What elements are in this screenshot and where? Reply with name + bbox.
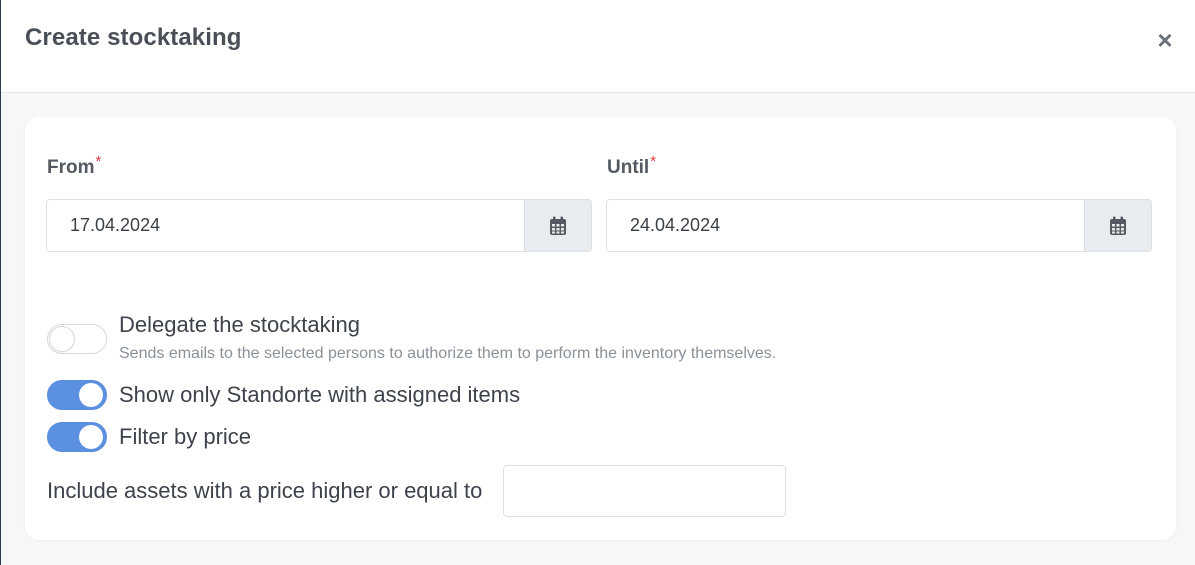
- from-date-group: [46, 199, 592, 252]
- dialog-title: Create stocktaking: [25, 24, 242, 51]
- create-stocktaking-dialog: Create stocktaking × From* 17.04.2024 Un…: [1, 0, 1195, 565]
- price-threshold-label: Include assets with a price higher or eq…: [47, 478, 483, 503]
- until-date-input[interactable]: [607, 200, 1084, 251]
- required-asterisk: *: [95, 153, 102, 170]
- form-card: From* 17.04.2024 Until* 24.04.2024 Deleg…: [25, 117, 1176, 540]
- delegate-toggle[interactable]: [47, 324, 107, 354]
- from-calendar-button[interactable]: [524, 200, 591, 251]
- dialog-header: Create stocktaking ×: [1, 0, 1195, 93]
- until-label: Until*: [607, 153, 656, 179]
- from-label: From*: [47, 153, 101, 179]
- filter-price-label: Filter by price: [119, 424, 252, 449]
- assigned-only-label: Show only Standorte with assigned items: [119, 382, 521, 407]
- calendar-icon: [1110, 216, 1126, 235]
- toggle-knob: [50, 327, 74, 351]
- from-date-input[interactable]: [47, 200, 524, 251]
- toggle-knob: [79, 425, 103, 449]
- delegate-description: Sends emails to the selected persons to …: [119, 345, 777, 362]
- toggle-knob: [79, 383, 103, 407]
- until-calendar-button[interactable]: [1084, 200, 1151, 251]
- delegate-label: Delegate the stocktaking: [119, 312, 360, 337]
- required-asterisk: *: [650, 153, 657, 170]
- until-label-text: Until: [607, 157, 650, 178]
- calendar-icon: [550, 216, 566, 235]
- filter-price-toggle[interactable]: [47, 422, 107, 452]
- price-threshold-input[interactable]: [503, 465, 786, 517]
- until-date-group: [606, 199, 1152, 252]
- close-icon[interactable]: ×: [1153, 27, 1177, 53]
- from-label-text: From: [47, 157, 95, 178]
- assigned-only-toggle[interactable]: [47, 380, 107, 410]
